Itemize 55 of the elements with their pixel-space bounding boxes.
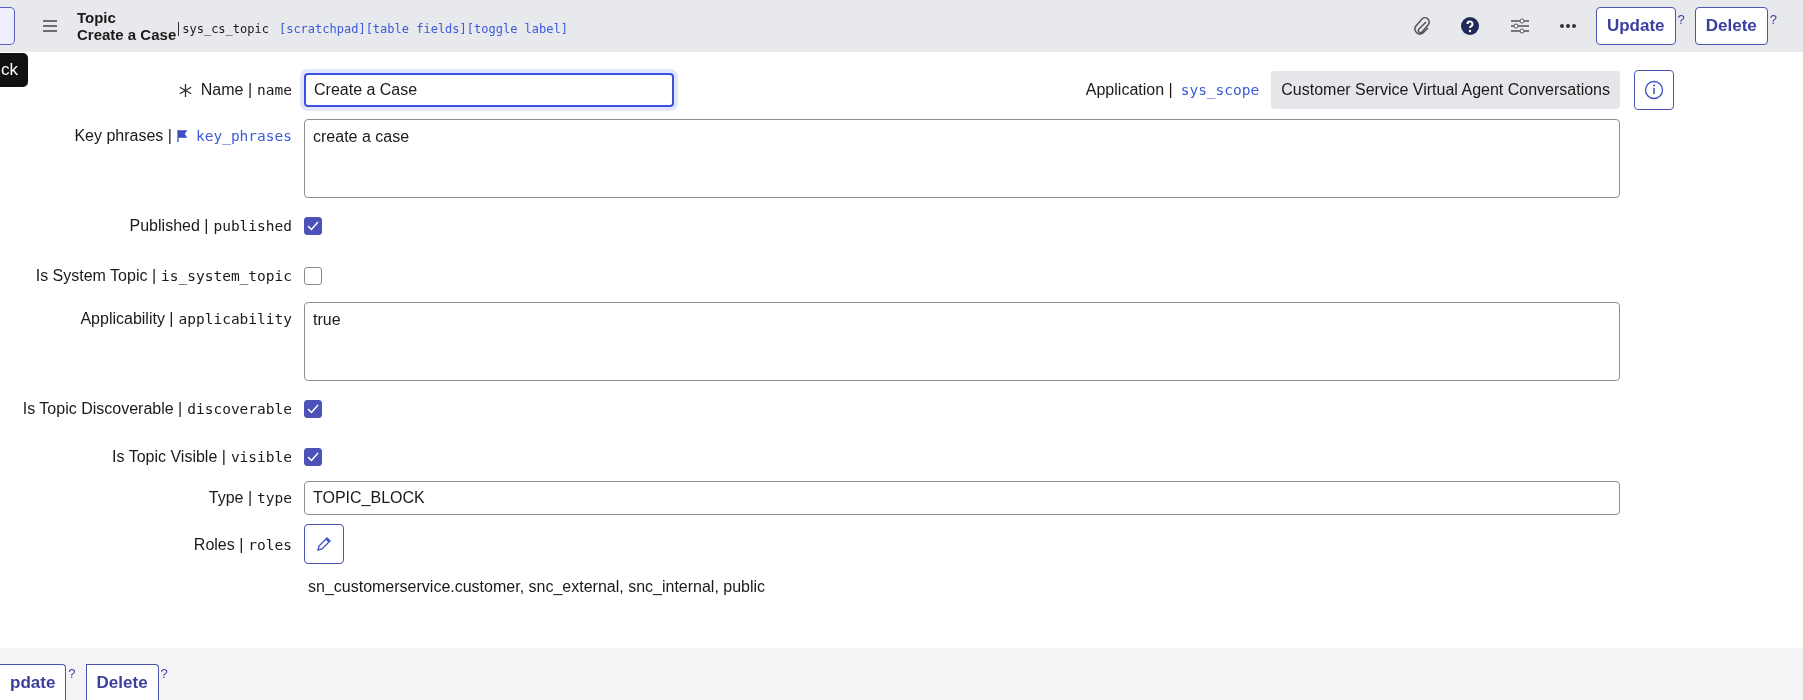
help-icon[interactable] — [1459, 16, 1480, 36]
field-label: Is Topic Visible | — [112, 448, 226, 466]
help-link[interactable]: ? — [1769, 12, 1777, 27]
record-title: Create a Case — [77, 26, 177, 43]
roles-list: sn_customerservice.customer, snc_external, snc_internal, public — [308, 578, 766, 596]
header-link[interactable]: [table fields] — [365, 22, 467, 36]
input-field[interactable]: TOPIC_BLOCK — [304, 481, 1620, 515]
field-label: Key phrases | — [74, 127, 172, 145]
field-name: key_phrases — [195, 128, 292, 144]
field-name: applicability — [178, 311, 292, 327]
field-label: Applicability | — [80, 310, 174, 328]
tooltip: ck — [0, 53, 28, 87]
field-name: type — [257, 490, 292, 506]
footer-button[interactable]: pdate — [0, 664, 67, 700]
checkbox[interactable] — [304, 217, 322, 235]
field-name: published — [213, 218, 292, 234]
flag-icon — [176, 130, 187, 142]
sliders-icon[interactable] — [1509, 18, 1530, 34]
text-area[interactable]: create a case — [304, 119, 1620, 198]
info-icon — [1644, 80, 1664, 100]
help-link[interactable]: ? — [1677, 12, 1685, 27]
menu-icon[interactable] — [43, 20, 57, 32]
header-button[interactable]: Delete — [1694, 7, 1768, 45]
checkbox[interactable] — [304, 267, 322, 285]
pencil-icon — [315, 535, 333, 553]
field-label: Roles | — [193, 536, 244, 554]
checkbox[interactable] — [304, 448, 322, 466]
back-button[interactable] — [0, 7, 15, 45]
text-area[interactable]: true — [304, 302, 1620, 381]
field-label: Is System Topic | — [35, 267, 157, 285]
info-button[interactable] — [1634, 70, 1674, 110]
edit-button[interactable] — [304, 524, 344, 564]
help-link[interactable]: ? — [68, 666, 76, 681]
field-name: sys_scope — [1180, 82, 1260, 98]
field-label: Type | — [208, 489, 253, 507]
checkbox[interactable] — [304, 400, 322, 418]
form-title: Topic — [77, 9, 117, 26]
field-name: roles — [248, 537, 292, 553]
field-label: Name | — [200, 81, 253, 99]
paperclip-icon[interactable] — [1413, 16, 1430, 36]
help-link[interactable]: ? — [160, 666, 168, 681]
field-label: Published | — [129, 217, 209, 235]
read-only-field: Customer Service Virtual Agent Conversations — [1271, 71, 1620, 109]
field-name: name — [257, 82, 292, 98]
header-link[interactable]: [scratchpad] — [278, 22, 366, 36]
header-button[interactable]: Update — [1595, 7, 1676, 45]
field-label: Is Topic Discoverable | — [22, 400, 183, 418]
header-link[interactable]: [toggle label] — [466, 22, 568, 36]
field-name: discoverable — [187, 401, 292, 417]
field-label: Application | — [1085, 81, 1173, 99]
footer-button[interactable]: Delete — [85, 664, 159, 700]
field-name: visible — [230, 449, 292, 465]
table-name: sys_cs_topic — [178, 22, 269, 36]
more-icon[interactable] — [1559, 24, 1576, 28]
field-name: is_system_topic — [161, 268, 292, 284]
